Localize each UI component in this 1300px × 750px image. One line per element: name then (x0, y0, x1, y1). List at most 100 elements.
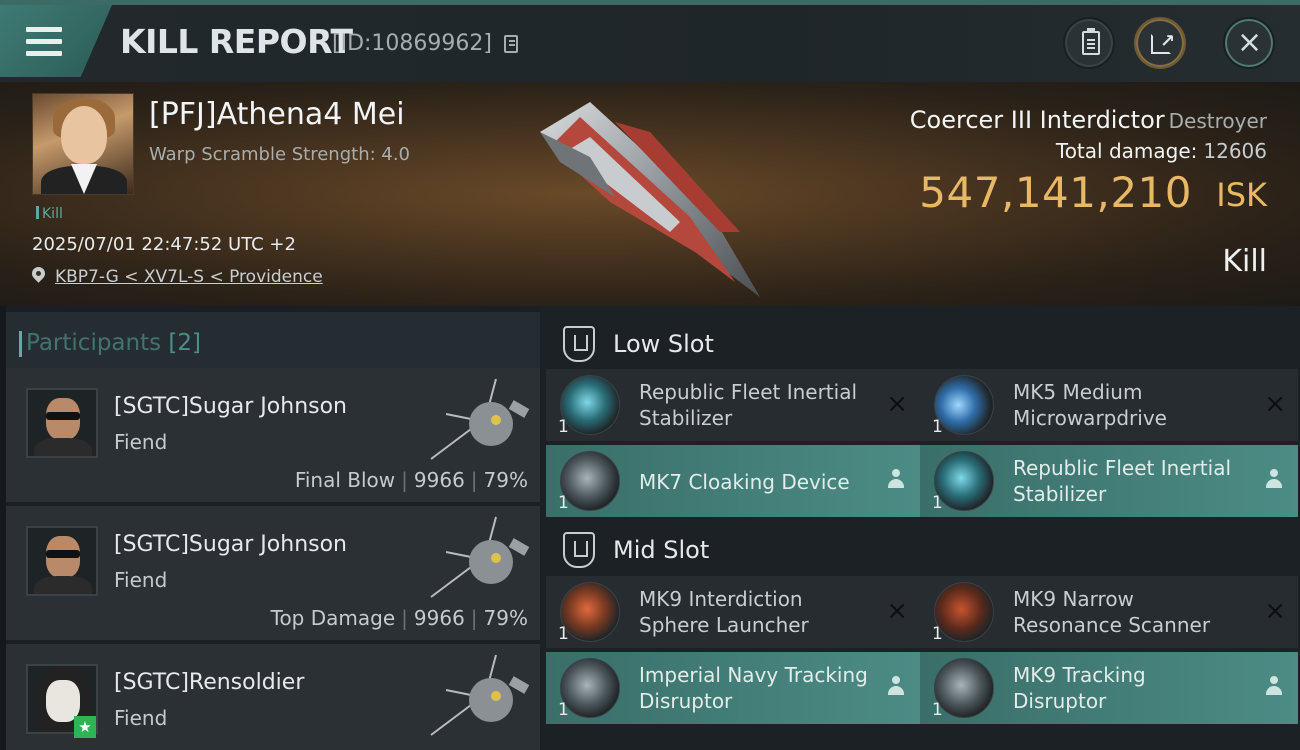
participant-ship: Fiend (114, 430, 168, 454)
participant-percent: 79% (483, 468, 528, 492)
module-item[interactable]: 1 Republic Fleet Inertial Stabilizer × (546, 369, 920, 441)
report-id: [ID:10869962] (332, 31, 492, 56)
module-qty: 1 (558, 700, 569, 720)
destroyed-icon: × (1264, 389, 1286, 419)
participant-name: [SGTC]Sugar Johnson (114, 532, 347, 557)
module-qty: 1 (932, 624, 943, 644)
kill-tag: Kill (36, 206, 63, 222)
module-qty: 1 (932, 417, 943, 437)
tracking-disruptor-icon (560, 658, 620, 718)
participant-name: [SGTC]Rensoldier (114, 670, 305, 695)
participant-avatar (26, 526, 98, 596)
close-button[interactable]: × (1223, 17, 1275, 69)
victim-name[interactable]: [PFJ]Athena4 Mei (149, 97, 405, 132)
module-name: Republic Fleet Inertial Stabilizer (639, 380, 858, 430)
module-name: MK5 Medium Microwarpdrive (1013, 380, 1167, 430)
low-slot-label: Low Slot (613, 330, 714, 358)
ship-image (540, 102, 760, 297)
module-name: MK9 Tracking Disruptor (1013, 663, 1146, 713)
participants-title: Participants (26, 330, 162, 356)
menu-icon (26, 27, 62, 57)
module-name: MK9 Interdiction Sphere Launcher (639, 587, 809, 637)
kill-result: Kill (1222, 244, 1267, 279)
module-name: MK7 Cloaking Device (639, 470, 850, 494)
participants-header: Participants [2] (6, 312, 540, 370)
fiend-ship-image (430, 516, 530, 598)
module-item[interactable]: 1 Republic Fleet Inertial Stabilizer (920, 445, 1298, 517)
participant-row[interactable]: [SGTC]Sugar Johnson Fiend Top Damage | 996… (6, 506, 540, 640)
module-qty: 1 (932, 493, 943, 513)
module-item[interactable]: 1 MK5 Medium Microwarpdrive × (920, 369, 1298, 441)
total-damage: Total damage: 12606 (1056, 139, 1267, 163)
isk-value: 547,141,210 (919, 168, 1192, 217)
module-qty: 1 (558, 417, 569, 437)
fiend-ship-image (430, 654, 530, 736)
module-name: Republic Fleet Inertial Stabilizer (1013, 456, 1232, 506)
destroyed-icon: × (886, 596, 908, 626)
share-button[interactable]: ↗ (1134, 17, 1186, 69)
person-icon (888, 676, 904, 696)
star-badge-icon: ★ (74, 716, 96, 738)
cloaking-device-icon (560, 451, 620, 511)
low-slot-header: Low Slot (540, 310, 1300, 374)
participants-panel: Participants [2] [SGTC]Sugar Johnson Fie… (6, 306, 540, 750)
kill-timestamp: 2025/07/01 22:47:52 UTC +2 (32, 234, 296, 255)
ship-class: Destroyer (1168, 109, 1267, 133)
total-damage-value: 12606 (1203, 139, 1267, 163)
module-qty: 1 (558, 493, 569, 513)
module-name: MK9 Narrow Resonance Scanner (1013, 587, 1211, 637)
module-item[interactable]: 1 MK9 Tracking Disruptor (920, 652, 1298, 724)
clipboard-button[interactable] (1063, 17, 1115, 69)
participant-stats: Final Blow | 9966 | 79% (294, 468, 528, 492)
tracking-disruptor-icon (934, 658, 994, 718)
participant-avatar (26, 388, 98, 458)
module-item[interactable]: 1 MK9 Narrow Resonance Scanner × (920, 576, 1298, 648)
close-icon: × (1237, 25, 1263, 60)
page-title: KILL REPORT (120, 22, 353, 61)
location-pin-icon (29, 264, 48, 283)
destroyed-icon: × (886, 389, 908, 419)
fiend-ship-image (430, 378, 530, 460)
inertial-stabilizer-icon (560, 375, 620, 435)
participant-row[interactable]: ★ [SGTC]Rensoldier Fiend (6, 644, 540, 750)
sphere-launcher-icon (560, 582, 620, 642)
person-icon (888, 469, 904, 489)
low-slot-icon (563, 326, 595, 362)
participant-stats: Top Damage | 9966 | 79% (270, 606, 528, 630)
resonance-scanner-icon (934, 582, 994, 642)
isk-unit: ISK (1216, 176, 1267, 214)
module-qty: 1 (558, 624, 569, 644)
participant-ship: Fiend (114, 706, 168, 730)
ship-name: Coercer III Interdictor (909, 106, 1165, 134)
destroyed-icon: × (1264, 596, 1286, 626)
module-name: Imperial Navy Tracking Disruptor (639, 663, 868, 713)
total-damage-label: Total damage: (1055, 139, 1198, 163)
participants-count: [2] (168, 330, 202, 356)
copy-icon[interactable] (504, 35, 518, 53)
participant-damage: 9966 (413, 468, 465, 492)
module-qty: 1 (932, 700, 943, 720)
participant-damage: 9966 (413, 606, 465, 630)
top-bar: KILL REPORT [ID:10869962] ↗ × (0, 0, 1300, 82)
person-icon (1266, 469, 1282, 489)
warp-scramble-strength: Warp Scramble Strength: 4.0 (149, 144, 411, 165)
module-item[interactable]: 1 Imperial Navy Tracking Disruptor (546, 652, 920, 724)
participant-row[interactable]: [SGTC]Sugar Johnson Fiend Final Blow | 996… (6, 368, 540, 502)
mid-slot-label: Mid Slot (613, 536, 710, 564)
mid-slot-icon (563, 532, 595, 568)
participant-role: Top Damage (270, 606, 396, 630)
module-item[interactable]: 1 MK7 Cloaking Device (546, 445, 920, 517)
menu-button[interactable] (0, 5, 112, 77)
participant-ship: Fiend (114, 568, 168, 592)
clipboard-icon (1082, 28, 1100, 55)
participant-percent: 79% (483, 606, 528, 630)
victim-avatar[interactable] (32, 93, 134, 195)
kill-location-link[interactable]: KBP7-G < XV7L-S < Providence (55, 267, 323, 287)
person-icon (1266, 676, 1282, 696)
mid-slot-header: Mid Slot (540, 516, 1300, 580)
victim-ship[interactable]: Coercer III Interdictor Destroyer (910, 106, 1267, 134)
module-item[interactable]: 1 MK9 Interdiction Sphere Launcher × (546, 576, 920, 648)
participant-name: [SGTC]Sugar Johnson (114, 394, 347, 419)
inertial-stabilizer-icon (934, 451, 994, 511)
victim-panel: [PFJ]Athena4 Mei Warp Scramble Strength:… (0, 82, 1300, 306)
